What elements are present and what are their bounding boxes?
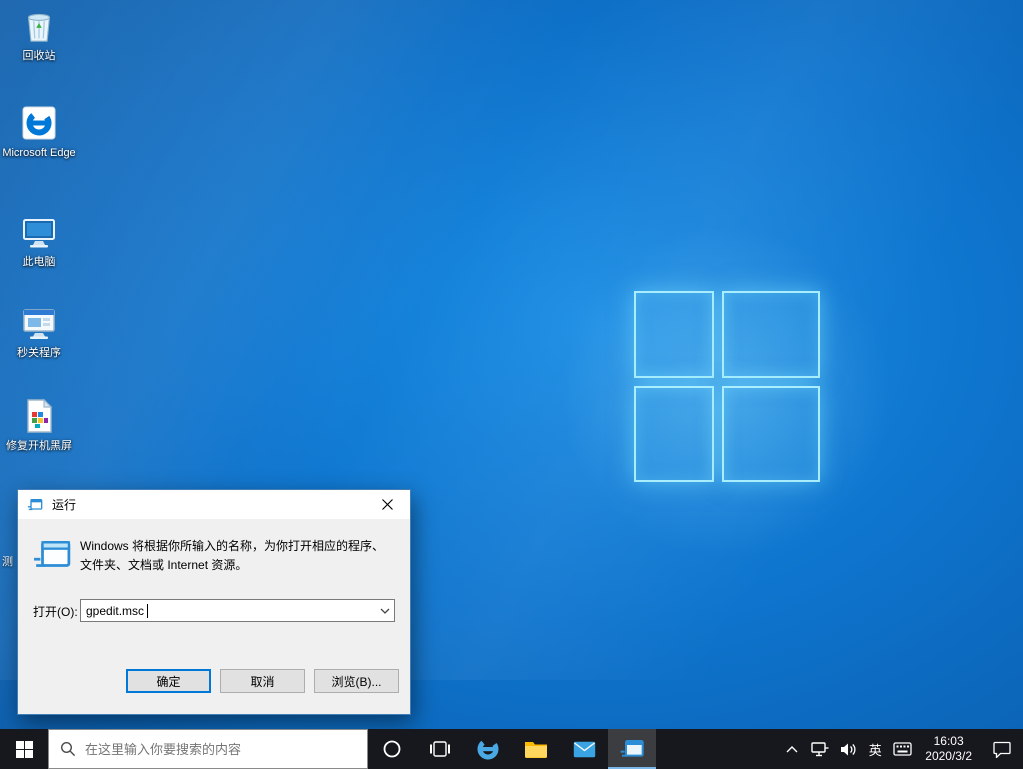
desktop-icon-label: 回收站	[23, 50, 56, 63]
cortana-button[interactable]	[368, 729, 416, 769]
clock-date: 2020/3/2	[925, 749, 972, 764]
tray-overflow-button[interactable]	[778, 729, 806, 769]
desktop-icon-partial-label[interactable]: 测	[2, 553, 13, 569]
chevron-down-icon[interactable]	[375, 600, 394, 621]
run-icon	[620, 737, 644, 761]
cortana-icon	[382, 739, 402, 759]
dialog-button-row: 确定 取消 浏览(B)...	[18, 669, 399, 693]
taskbar-file-explorer-button[interactable]	[512, 729, 560, 769]
windows-logo-pane	[634, 386, 714, 482]
search-icon	[60, 741, 76, 757]
chevron-up-icon	[786, 746, 798, 753]
description-line-1: Windows 将根据你所输入的名称，为你打开相应的程序、	[80, 537, 384, 556]
run-command-combobox[interactable]	[80, 599, 395, 622]
desktop-icon-label: 此电脑	[23, 256, 56, 269]
taskbar-mail-button[interactable]	[560, 729, 608, 769]
text-caret	[147, 604, 148, 618]
desktop: 回收站 Microsoft Edge 此电脑	[0, 0, 1023, 769]
desktop-icon-label: Microsoft Edge	[2, 147, 75, 160]
network-icon	[811, 742, 829, 757]
windows-start-icon	[16, 741, 33, 758]
run-dialog-description: Windows 将根据你所输入的名称，为你打开相应的程序、 文件夹、文档或 In…	[80, 537, 384, 575]
folder-icon	[524, 739, 548, 759]
taskbar-search-box[interactable]	[48, 729, 368, 769]
open-label: 打开(O):	[33, 603, 78, 620]
desktop-icon-microsoft-edge[interactable]: Microsoft Edge	[2, 103, 76, 160]
close-icon[interactable]	[364, 490, 410, 519]
windows-logo-pane	[634, 291, 714, 378]
program-window-icon	[19, 303, 59, 343]
desktop-icon-quick-close-program[interactable]: 秒关程序	[2, 303, 76, 360]
network-tray-button[interactable]	[806, 729, 834, 769]
desktop-icon-label: 秒关程序	[17, 347, 61, 360]
run-dialog-icon	[33, 536, 71, 574]
task-view-icon	[430, 741, 450, 757]
start-button[interactable]	[0, 729, 48, 769]
desktop-icon-this-pc[interactable]: 此电脑	[2, 212, 76, 269]
desktop-icon-fix-black-screen[interactable]: 修复开机黑屏	[2, 396, 76, 453]
desktop-icon-recycle-bin[interactable]: 回收站	[2, 6, 76, 63]
edge-icon	[475, 736, 501, 762]
touch-keyboard-button[interactable]	[888, 729, 916, 769]
run-dialog-titlebar[interactable]: 运行	[18, 490, 410, 519]
taskbar-edge-button[interactable]	[464, 729, 512, 769]
ime-indicator[interactable]: 英	[862, 729, 888, 769]
windows-logo	[634, 291, 820, 482]
search-input[interactable]	[85, 742, 356, 757]
run-dialog: 运行 Windows 将根据你所输入的名称，为你打开相应的程序、 文件夹、文档或…	[17, 489, 411, 715]
mail-icon	[573, 741, 596, 758]
edge-icon	[19, 103, 59, 143]
dialog-title: 运行	[52, 496, 76, 513]
document-pixels-icon	[19, 396, 59, 436]
description-line-2: 文件夹、文档或 Internet 资源。	[80, 556, 384, 575]
action-center-button[interactable]	[981, 729, 1023, 769]
system-tray: 英 16:03 2020/3/2	[778, 729, 1023, 769]
run-icon	[27, 497, 43, 513]
ime-label: 英	[869, 740, 882, 759]
ok-button[interactable]: 确定	[126, 669, 211, 693]
task-view-button[interactable]	[416, 729, 464, 769]
windows-logo-pane	[722, 386, 820, 482]
taskbar-run-app-button[interactable]	[608, 729, 656, 769]
taskbar-clock[interactable]: 16:03 2020/3/2	[916, 729, 981, 769]
desktop-icon-label: 修复开机黑屏	[6, 440, 72, 453]
browse-button[interactable]: 浏览(B)...	[314, 669, 399, 693]
keyboard-icon	[893, 742, 912, 756]
cancel-button[interactable]: 取消	[220, 669, 305, 693]
recycle-bin-icon	[19, 6, 59, 46]
taskbar: 英 16:03 2020/3/2	[0, 729, 1023, 769]
action-center-icon	[993, 741, 1011, 758]
speaker-icon	[840, 742, 857, 757]
clock-time: 16:03	[934, 734, 964, 749]
volume-tray-button[interactable]	[834, 729, 862, 769]
this-pc-icon	[19, 212, 59, 252]
windows-logo-pane	[722, 291, 820, 378]
run-command-input[interactable]	[81, 604, 375, 618]
